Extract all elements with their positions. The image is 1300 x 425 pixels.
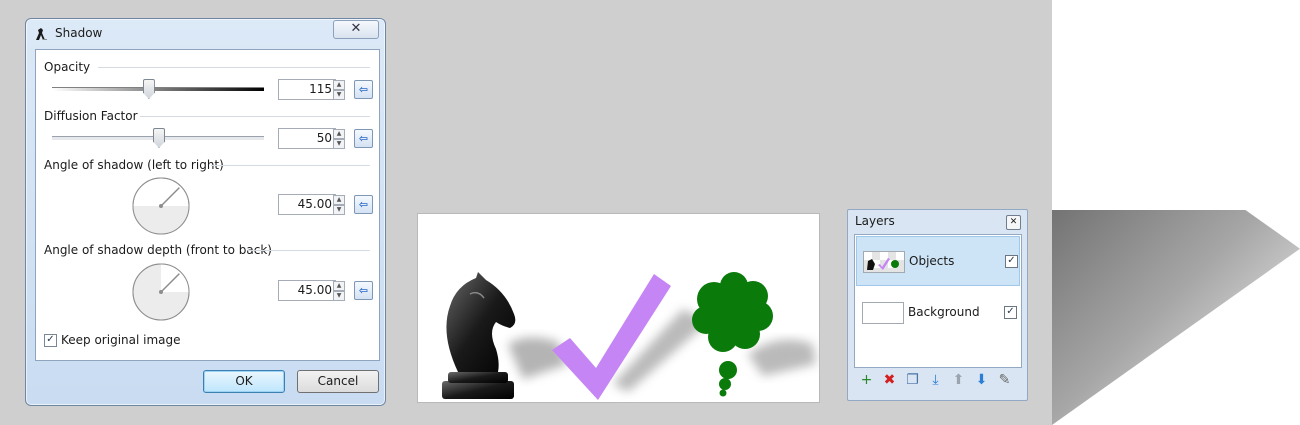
knight-shadow — [508, 337, 568, 379]
settings-panel: Opacity 115 ▲ ▼ ⇦ Diffusion Factor 50 ▲ … — [35, 49, 380, 361]
reset-arrow-icon: ⇦ — [358, 132, 369, 145]
close-icon: ✕ — [1009, 217, 1018, 227]
section-divider — [98, 67, 370, 68]
layer-thumbnail — [863, 251, 905, 273]
image-canvas[interactable] — [417, 213, 820, 403]
diffusion-reset-button[interactable]: ⇦ — [354, 129, 373, 148]
opacity-label: Opacity — [44, 60, 97, 74]
angle-lr-spinner[interactable]: ▲ ▼ — [333, 195, 345, 215]
layer-properties-icon[interactable]: ✎ — [996, 372, 1013, 389]
angle-depth-input[interactable]: 45.00 ▲ ▼ — [278, 280, 345, 301]
spin-up-icon[interactable]: ▲ — [333, 80, 345, 90]
angle-lr-dial[interactable] — [131, 176, 191, 236]
delete-layer-icon[interactable]: ✖ — [881, 372, 898, 389]
section-divider — [248, 250, 370, 251]
angle-depth-value: 45.00 — [297, 283, 332, 297]
opacity-reset-button[interactable]: ⇦ — [354, 80, 373, 99]
spin-down-icon[interactable]: ▼ — [333, 291, 345, 301]
diffusion-label: Diffusion Factor — [44, 109, 144, 123]
objects-thumbnail-icon — [864, 252, 904, 272]
chess-knight-icon — [442, 272, 516, 399]
layer-thumbnail — [862, 302, 904, 324]
layers-title: Layers — [855, 214, 895, 228]
opacity-slider-track[interactable] — [52, 79, 264, 99]
diffusion-slider-track[interactable] — [52, 128, 264, 148]
reset-arrow-icon: ⇦ — [358, 83, 369, 96]
layers-list: Objects ✓ Background ✓ — [854, 234, 1022, 368]
angle-lr-label: Angle of shadow (left to right) — [44, 158, 230, 172]
add-layer-icon[interactable]: + — [858, 372, 875, 389]
canvas-artwork — [442, 272, 816, 400]
reset-arrow-icon: ⇦ — [358, 198, 369, 211]
dialog-title: Shadow — [55, 26, 103, 40]
spin-up-icon[interactable]: ▲ — [333, 281, 345, 291]
diffusion-slider-thumb[interactable] — [153, 128, 165, 148]
layer-row-objects[interactable]: Objects ✓ — [856, 236, 1020, 286]
opacity-input[interactable]: 115 ▲ ▼ — [278, 79, 345, 100]
layers-panel: Layers ✕ Objects ✓ Background ✓ + ✖ ❐ ⤓ … — [847, 209, 1028, 401]
angle-depth-reset-button[interactable]: ⇦ — [354, 281, 373, 300]
duplicate-layer-icon[interactable]: ❐ — [904, 372, 921, 389]
move-down-icon[interactable]: ⬇ — [973, 372, 990, 389]
spin-down-icon[interactable]: ▼ — [333, 90, 345, 100]
layer-row-background[interactable]: Background ✓ — [856, 288, 1020, 338]
checkmark-icon: ✓ — [46, 334, 55, 345]
diffusion-input[interactable]: 50 ▲ ▼ — [278, 128, 345, 149]
layer-visibility-checkbox[interactable]: ✓ — [1005, 255, 1018, 268]
tree-shadow — [748, 339, 816, 376]
spin-down-icon[interactable]: ▼ — [333, 139, 345, 149]
drop-shadow-decoration — [1052, 210, 1300, 425]
dialog-close-button[interactable]: ✕ — [333, 20, 379, 39]
cancel-button[interactable]: Cancel — [297, 370, 379, 393]
shadow-effect-icon — [36, 28, 47, 40]
move-up-icon[interactable]: ⬆ — [950, 372, 967, 389]
keep-original-label: Keep original image — [61, 333, 181, 347]
angle-depth-spinner[interactable]: ▲ ▼ — [333, 281, 345, 301]
spin-up-icon[interactable]: ▲ — [333, 129, 345, 139]
section-divider — [140, 116, 370, 117]
layers-close-button[interactable]: ✕ — [1006, 215, 1021, 230]
section-divider — [211, 165, 370, 166]
opacity-spinner[interactable]: ▲ ▼ — [333, 80, 345, 100]
opacity-slider-thumb[interactable] — [142, 79, 155, 99]
diffusion-value: 50 — [316, 131, 332, 145]
opacity-value: 115 — [309, 82, 332, 96]
spin-down-icon[interactable]: ▼ — [333, 205, 345, 215]
layer-name: Objects — [909, 254, 955, 268]
ok-button[interactable]: OK — [203, 370, 285, 393]
close-icon: ✕ — [350, 21, 362, 36]
checkmark-icon: ✓ — [1006, 306, 1015, 317]
angle-depth-dial[interactable] — [131, 262, 191, 322]
layer-visibility-checkbox[interactable]: ✓ — [1004, 306, 1017, 319]
keep-original-checkbox[interactable]: ✓ — [44, 334, 57, 347]
spin-up-icon[interactable]: ▲ — [333, 195, 345, 205]
merge-down-icon[interactable]: ⤓ — [927, 372, 944, 389]
diffusion-spinner[interactable]: ▲ ▼ — [333, 129, 345, 149]
layer-name: Background — [908, 305, 980, 319]
layers-toolbar: + ✖ ❐ ⤓ ⬆ ⬇ ✎ — [854, 370, 1020, 392]
tree-shape — [692, 272, 773, 397]
angle-lr-input[interactable]: 45.00 ▲ ▼ — [278, 194, 345, 215]
angle-lr-reset-button[interactable]: ⇦ — [354, 195, 373, 214]
checkmark-shape — [552, 274, 671, 400]
angle-depth-label: Angle of shadow depth (front to back) — [44, 243, 278, 257]
reset-arrow-icon: ⇦ — [358, 284, 369, 297]
checkmark-icon: ✓ — [1007, 255, 1016, 266]
angle-lr-value: 45.00 — [297, 197, 332, 211]
shadow-dialog: Shadow ✕ Opacity 115 ▲ ▼ ⇦ Diffusion Fac… — [25, 18, 386, 406]
